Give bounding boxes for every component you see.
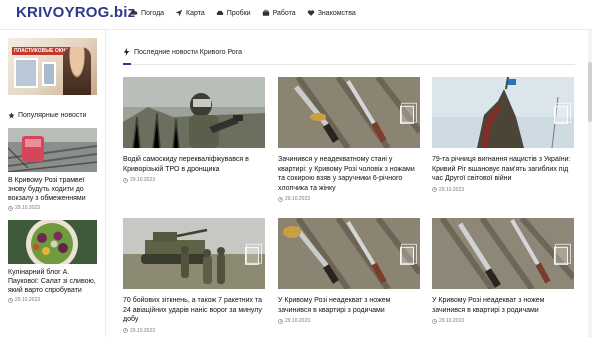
- news-card-image[interactable]: [123, 218, 265, 289]
- monument-image: [432, 77, 574, 148]
- page-scrollbar[interactable]: [588, 30, 592, 337]
- nav-label-weather[interactable]: Погода: [141, 10, 164, 17]
- news-card-date: 29.10.2023: [123, 177, 265, 183]
- popular-news-date: 29.10.2023: [8, 297, 98, 303]
- ad-banner-windows[interactable]: ПЛАСТИКОВЫЕ ОКНА: [8, 38, 97, 95]
- clock-icon: [278, 196, 283, 202]
- popular-news-heading: Популярные новости: [8, 112, 98, 119]
- site-logo[interactable]: KRIVOYROG.biz: [16, 4, 135, 21]
- news-card-date: 29.10.2023: [432, 187, 574, 193]
- news-card-image[interactable]: [432, 77, 574, 148]
- briefcase-icon: [262, 9, 269, 16]
- news-card-title[interactable]: 79-та річниця вигнання нацистів з Україн…: [432, 155, 574, 184]
- heart-icon: [307, 10, 314, 16]
- popular-news-date: 29.10.2023: [8, 205, 98, 211]
- news-card-image[interactable]: [278, 77, 420, 148]
- clock-icon: [432, 318, 437, 324]
- ad-window-shape: [14, 58, 38, 88]
- nav-label-dating[interactable]: Знакомства: [318, 10, 356, 17]
- popular-news-title-text[interactable]: Кулінарний блог А. Паукової: Салат зі сл…: [8, 268, 98, 295]
- weather-icon: [130, 10, 138, 15]
- ad-window-shape-2: [42, 62, 56, 86]
- news-card-title[interactable]: Зачинився у неадекватному стані у кварти…: [278, 155, 420, 193]
- ad-label: ПЛАСТИКОВЫЕ ОКНА: [12, 47, 72, 55]
- nav-item-traffic[interactable]: Пробки: [216, 9, 251, 17]
- gallery-icon: [554, 243, 571, 265]
- tram-track-image: [8, 128, 97, 172]
- news-card-title[interactable]: 70 бойових зіткнень, а також 7 ракетних …: [123, 296, 265, 325]
- section-accent: [123, 63, 131, 65]
- nav-label-traffic[interactable]: Пробки: [227, 10, 251, 17]
- news-card-date: 29.10.2023: [278, 196, 420, 202]
- nav-label-jobs[interactable]: Работа: [273, 10, 296, 17]
- news-card[interactable]: 70 бойових зіткнень, а також 7 ракетних …: [123, 218, 265, 334]
- nav-item-dating[interactable]: Знакомства: [307, 9, 356, 17]
- map-arrow-icon: [175, 9, 183, 17]
- nav-item-map[interactable]: Карта: [175, 9, 205, 17]
- popular-news-item[interactable]: В Кривому Розі трамвеї знову будуть ходи…: [8, 128, 98, 211]
- news-card-image[interactable]: [432, 218, 574, 289]
- salad-image: [8, 220, 97, 264]
- lightning-icon: [123, 48, 130, 56]
- gallery-icon: [400, 243, 417, 265]
- nav-label-map[interactable]: Карта: [186, 10, 205, 17]
- star-icon: [8, 112, 15, 119]
- date-text: 29.10.2023: [439, 186, 465, 193]
- latest-news-header: Последние новости Кривого Рога: [123, 48, 575, 65]
- popular-news-image[interactable]: [8, 128, 97, 172]
- date-text: 29.10.2023: [439, 318, 465, 324]
- knives-image: [432, 218, 574, 289]
- site-header: KRIVOYROG.biz Погода Карта Пробки Работа…: [0, 0, 592, 30]
- news-card[interactable]: 79-та річниця вигнання нацистів з Україн…: [432, 77, 574, 193]
- gallery-icon: [554, 102, 571, 124]
- date-text: 29.10.2023: [130, 327, 156, 334]
- ad-person-shape: [63, 47, 91, 95]
- popular-news-title-text[interactable]: В Кривому Розі трамвеї знову будуть ходи…: [8, 176, 98, 203]
- knives-image: [278, 77, 420, 148]
- clock-icon: [8, 297, 13, 303]
- date-text: 29.10.2023: [285, 318, 311, 324]
- gallery-icon: [245, 243, 262, 265]
- gallery-icon: [400, 102, 417, 124]
- car-icon: [216, 10, 223, 15]
- news-card-title[interactable]: Водій самоскиду перекваліфікувався в Кри…: [123, 155, 265, 174]
- news-card-image[interactable]: [278, 218, 420, 289]
- sidebar: ПЛАСТИКОВЫЕ ОКНА Популярные новости В Кр…: [8, 38, 98, 303]
- news-card-image[interactable]: [123, 77, 265, 148]
- news-card[interactable]: У Кривому Розі неадекват з ножем зачинив…: [278, 218, 420, 324]
- news-card[interactable]: Зачинився у неадекватному стані у кварти…: [278, 77, 420, 202]
- popular-news-image[interactable]: [8, 220, 97, 264]
- popular-news-item[interactable]: Кулінарний блог А. Паукової: Салат зі сл…: [8, 220, 98, 303]
- news-card-title[interactable]: У Кривому Розі неадекват з ножем зачинив…: [432, 296, 574, 315]
- popular-news-title: Популярные новости: [18, 112, 87, 119]
- news-card-date: 29.10.2023: [432, 318, 574, 324]
- top-nav: Погода Карта Пробки Работа Знакомства: [130, 9, 356, 17]
- news-card-title[interactable]: У Кривому Розі неадекват з ножем зачинив…: [278, 296, 420, 315]
- news-card[interactable]: Водій самоскиду перекваліфікувався в Кри…: [123, 77, 265, 183]
- nav-item-weather[interactable]: Погода: [130, 9, 164, 17]
- date-text: 29.10.2023: [130, 177, 156, 183]
- nav-item-jobs[interactable]: Работа: [262, 9, 296, 17]
- soldier-drone-image: [123, 77, 265, 148]
- latest-news-title: Последние новости Кривого Рога: [134, 48, 242, 56]
- clock-icon: [123, 177, 128, 183]
- clock-icon: [8, 205, 13, 211]
- news-card[interactable]: У Кривому Розі неадекват з ножем зачинив…: [432, 218, 574, 324]
- logo-text[interactable]: KRIVOYROG: [16, 4, 109, 21]
- knives-image: [278, 218, 420, 289]
- news-card-date: 29.10.2023: [123, 328, 265, 334]
- clock-icon: [123, 328, 128, 333]
- date-text: 29.10.2023: [15, 205, 41, 211]
- column-divider: [105, 30, 106, 337]
- scrollbar-thumb[interactable]: [588, 62, 592, 122]
- clock-icon: [278, 318, 283, 324]
- clock-icon: [432, 187, 437, 192]
- news-card-date: 29.10.2023: [278, 318, 420, 324]
- military-vehicle-image: [123, 218, 265, 289]
- date-text: 29.10.2023: [15, 297, 41, 303]
- date-text: 29.10.2023: [285, 196, 311, 202]
